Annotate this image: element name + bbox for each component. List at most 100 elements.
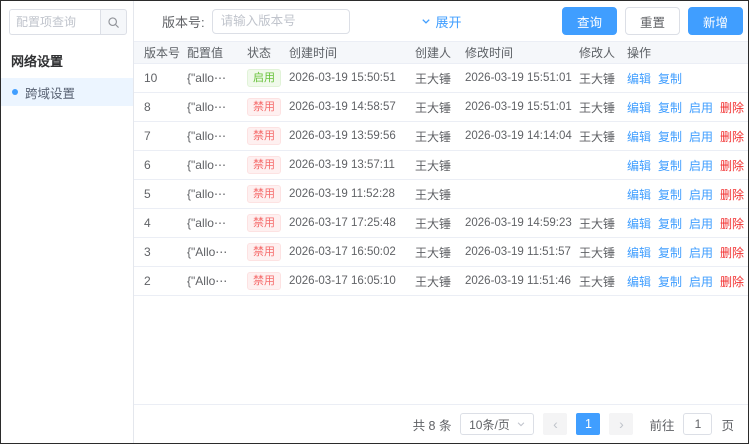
expand-label: 展开 [435,14,462,30]
table-row: 7 {"allo⋯ 禁用 2026-03-19 13:59:56 王大锤 2026-03-… [134,122,748,151]
chevron-down-icon [420,16,431,27]
page-1-button[interactable]: 1 [576,413,601,435]
action-delete-link[interactable]: 删除 [720,157,744,174]
cell-config: {"allo⋯ [187,158,226,172]
action-enable-link[interactable]: 启用 [689,215,713,232]
cell-creator: 王大锤 [415,187,452,202]
action-delete-link[interactable]: 删除 [720,244,744,261]
action-edit-link[interactable]: 编辑 [627,244,651,261]
action-edit-link[interactable]: 编辑 [627,273,651,290]
status-badge: 禁用 [247,185,281,203]
sidebar-item-cross-domain[interactable]: 跨域设置 [1,78,133,106]
cell-creator: 王大锤 [415,129,452,144]
cell-config: {"allo⋯ [187,71,226,85]
cell-modifier: 王大锤 [579,100,616,115]
col-version: 版本号 [144,46,181,60]
action-edit-link[interactable]: 编辑 [627,99,651,116]
action-enable-link[interactable]: 启用 [689,99,713,116]
action-delete-link[interactable]: 删除 [720,215,744,232]
chevron-right-icon: › [619,416,624,432]
cell-actions: 编辑 复制 [627,70,748,87]
cell-created: 2026-03-19 13:57:11 [289,159,395,171]
col-created: 创建时间 [289,46,338,60]
cell-actions: 编辑 复制 启用 删除 [627,128,748,145]
goto-page-input[interactable] [683,413,713,435]
action-copy-link[interactable]: 复制 [658,70,682,87]
cell-modifier: 王大锤 [579,274,616,289]
cell-version: 4 [144,216,151,230]
cell-created: 2026-03-19 13:59:56 [289,130,396,142]
table-header-row: 版本号 配置值 状态 创建时间 创建人 修改时间 修改人 操作 [134,42,748,64]
cell-modified: 2026-03-19 14:14:04 [465,130,572,142]
cell-creator: 王大锤 [415,216,452,231]
action-copy-link[interactable]: 复制 [658,186,682,203]
action-delete-link[interactable]: 删除 [720,128,744,145]
cell-modifier: 王大锤 [579,216,616,231]
cell-config: {"allo⋯ [187,129,226,143]
cell-status: 禁用 [247,272,289,290]
config-search-input[interactable] [9,9,100,35]
cell-modified: 2026-03-19 15:51:01 [465,101,572,113]
cell-actions: 编辑 复制 启用 删除 [627,215,748,232]
col-actions: 操作 [627,46,652,60]
expand-toggle[interactable]: 展开 [420,12,462,31]
config-search-group [9,9,127,35]
action-delete-link[interactable]: 删除 [720,99,744,116]
action-edit-link[interactable]: 编辑 [627,70,651,87]
cell-actions: 编辑 复制 启用 删除 [627,186,748,203]
query-button[interactable]: 查询 [561,7,617,35]
page-size-select[interactable]: 10条/页 [460,413,535,435]
action-delete-link[interactable]: 删除 [720,186,744,203]
reset-button[interactable]: 重置 [624,7,680,35]
action-edit-link[interactable]: 编辑 [627,186,651,203]
main-panel: 版本号: 展开 查询 重置 新增 版本号 配置值 状态 [134,1,748,443]
action-enable-link[interactable]: 启用 [689,244,713,261]
col-modifier: 修改人 [579,46,616,60]
action-copy-link[interactable]: 复制 [658,99,682,116]
cell-modified: 2026-03-19 11:51:57 [465,246,571,258]
search-button[interactable] [100,9,127,35]
cell-created: 2026-03-19 14:58:57 [289,101,396,113]
chevron-left-icon: ‹ [553,416,558,432]
prev-page-button[interactable]: ‹ [543,413,568,435]
action-delete-link[interactable]: 删除 [720,273,744,290]
table-row: 4 {"allo⋯ 禁用 2026-03-17 17:25:48 王大锤 2026-03-… [134,209,748,238]
pagination-bar: 共 8 条 10条/页 ‹ 1 › 前往 页 [134,404,748,443]
cell-modified: 2026-03-19 15:51:01 [465,72,572,84]
cell-creator: 王大锤 [415,100,452,115]
cell-created: 2026-03-17 17:25:48 [289,217,396,229]
action-edit-link[interactable]: 编辑 [627,215,651,232]
cell-actions: 编辑 复制 启用 删除 [627,244,748,261]
cell-status: 禁用 [247,98,289,116]
cell-status: 禁用 [247,243,289,261]
next-page-button[interactable]: › [609,413,634,435]
cell-status: 禁用 [247,214,289,232]
status-badge: 禁用 [247,272,281,290]
cell-status: 禁用 [247,185,289,203]
action-enable-link[interactable]: 启用 [689,186,713,203]
action-enable-link[interactable]: 启用 [689,128,713,145]
cell-creator: 王大锤 [415,245,452,260]
col-config: 配置值 [187,46,224,60]
action-edit-link[interactable]: 编辑 [627,128,651,145]
action-enable-link[interactable]: 启用 [689,157,713,174]
action-copy-link[interactable]: 复制 [658,128,682,145]
action-edit-link[interactable]: 编辑 [627,157,651,174]
action-enable-link[interactable]: 启用 [689,273,713,290]
action-copy-link[interactable]: 复制 [658,273,682,290]
cell-creator: 王大锤 [415,71,452,86]
cell-actions: 编辑 复制 启用 删除 [627,99,748,116]
cell-status: 禁用 [247,156,289,174]
add-button[interactable]: 新增 [687,7,743,35]
version-input[interactable] [211,8,350,34]
action-copy-link[interactable]: 复制 [658,157,682,174]
sidebar-group-title: 网络设置 [11,54,64,69]
action-copy-link[interactable]: 复制 [658,215,682,232]
action-copy-link[interactable]: 复制 [658,244,682,261]
cell-modifier: 王大锤 [579,245,616,260]
cell-version: 10 [144,71,158,85]
page-size-value: 10条/页 [469,417,510,432]
chevron-down-icon [516,419,526,429]
cell-actions: 编辑 复制 启用 删除 [627,157,748,174]
